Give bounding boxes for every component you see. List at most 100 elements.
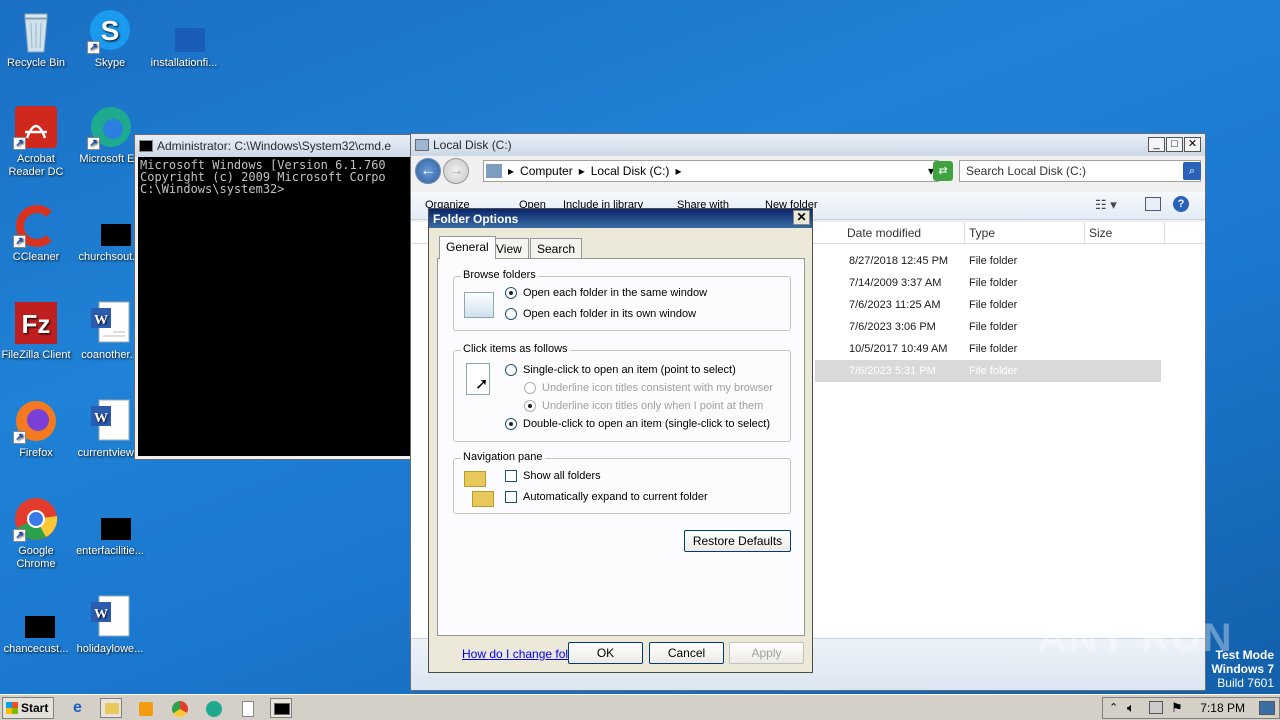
preview-pane-icon[interactable] xyxy=(1145,197,1161,211)
list-item[interactable]: 8/27/2018 12:45 PM File folder xyxy=(815,250,1161,272)
minimize-button[interactable]: _ xyxy=(1148,137,1165,152)
ie-icon[interactable]: e xyxy=(68,698,90,718)
desktop-icon-firefox[interactable]: ↗ Firefox xyxy=(0,398,72,460)
desktop-icon-chancecust[interactable]: chancecust... xyxy=(0,594,72,656)
notepad-icon[interactable] xyxy=(236,698,258,718)
search-input[interactable]: Search Local Disk (C:) xyxy=(959,160,1201,182)
radio-disabled[interactable] xyxy=(524,382,536,394)
forward-button[interactable]: → xyxy=(443,158,469,184)
ok-button[interactable]: OK xyxy=(568,642,643,664)
open-same-window-radio[interactable]: Open each folder in the same window xyxy=(505,287,707,299)
list-item[interactable]: 7/6/2023 3:06 PM File folder xyxy=(815,316,1161,338)
cmd-titlebar[interactable]: Administrator: C:\Windows\System32\cmd.e xyxy=(135,135,413,157)
edge-taskbar-icon[interactable] xyxy=(202,698,224,718)
checkbox[interactable] xyxy=(505,470,517,482)
desktop-icon-chrome[interactable]: ↗ Google Chrome xyxy=(0,496,72,571)
dialog-close-button[interactable]: ✕ xyxy=(793,210,810,225)
breadcrumb-local-disk[interactable]: Local Disk (C:) xyxy=(591,164,670,178)
desktop-icon-label: CCleaner xyxy=(12,251,60,263)
start-button[interactable]: Start xyxy=(2,697,54,719)
option-label: Underline icon titles consistent with my… xyxy=(542,382,774,394)
file-icon xyxy=(87,202,133,248)
close-button[interactable]: ✕ xyxy=(1184,137,1201,152)
breadcrumb-computer[interactable]: Computer xyxy=(520,164,573,178)
double-click-radio[interactable]: Double-click to open an item (single-cli… xyxy=(505,418,770,430)
row-type: File folder xyxy=(969,365,1018,377)
cancel-button[interactable]: Cancel xyxy=(649,642,724,664)
address-bar[interactable]: ▸ Computer ▸ Local Disk (C:) ▸ ▾ xyxy=(483,160,939,182)
show-all-folders-checkbox[interactable]: Show all folders xyxy=(505,470,601,482)
apply-button[interactable]: Apply xyxy=(729,642,804,664)
underline-consistent-radio[interactable]: Underline icon titles consistent with my… xyxy=(524,382,773,394)
radio[interactable] xyxy=(505,364,517,376)
desktop-icon-skype[interactable]: S ↗ Skype xyxy=(74,8,146,70)
list-item[interactable]: 7/14/2009 3:37 AM File folder xyxy=(815,272,1161,294)
auto-expand-checkbox[interactable]: Automatically expand to current folder xyxy=(505,491,708,503)
desktop-icon-holidaylowe[interactable]: W holidaylowe... xyxy=(74,594,146,656)
help-icon[interactable]: ? xyxy=(1173,196,1189,212)
cmd-icon xyxy=(139,140,153,152)
radio-disabled[interactable] xyxy=(524,400,536,412)
group-title: Navigation pane xyxy=(461,451,545,463)
list-item-selected[interactable]: 7/6/2023 5:31 PM File folder xyxy=(815,360,1161,382)
media-player-icon[interactable] xyxy=(134,698,156,718)
maximize-button[interactable]: □ xyxy=(1166,137,1183,152)
radio[interactable] xyxy=(505,308,517,320)
folder-options-dialog[interactable]: Folder Options ✕ General View Search Bro… xyxy=(428,208,813,673)
volume-icon[interactable]: 🔈︎ xyxy=(1127,700,1135,716)
chrome-taskbar-icon[interactable] xyxy=(168,698,190,718)
desktop-icon-label: enterfacilitie... xyxy=(76,545,144,557)
option-label: Single-click to open an item (point to s… xyxy=(523,364,736,376)
show-desktop-button[interactable] xyxy=(1259,701,1275,715)
cmd-console[interactable]: Microsoft Windows [Version 6.1.760 Copyri… xyxy=(138,157,413,456)
svg-text:W: W xyxy=(94,411,108,426)
explorer-titlebar[interactable]: Local Disk (C:) _ □ ✕ xyxy=(411,134,1205,156)
tab-search[interactable]: Search xyxy=(530,238,583,258)
list-item[interactable]: 7/6/2023 11:25 AM File folder xyxy=(815,294,1161,316)
chevron-right-icon: ▸ xyxy=(508,164,515,178)
underline-point-radio[interactable]: Underline icon titles only when I point … xyxy=(524,400,763,412)
refresh-icon[interactable]: ⇄ xyxy=(933,161,953,181)
radio-selected[interactable] xyxy=(505,287,517,299)
watermark-line: Test Mode xyxy=(1215,648,1274,662)
option-label: Automatically expand to current folder xyxy=(523,491,708,503)
desktop-icon-recycle-bin[interactable]: Recycle Bin xyxy=(0,8,72,70)
back-button[interactable]: ← xyxy=(415,158,441,184)
action-center-flag-icon[interactable]: ⚑ xyxy=(1171,700,1183,716)
checkbox[interactable] xyxy=(505,491,517,503)
radio-selected[interactable] xyxy=(505,418,517,430)
desktop-icon-enterfacilitie[interactable]: enterfacilitie... xyxy=(74,496,146,558)
desktop-icon-ccleaner[interactable]: ↗ CCleaner xyxy=(0,202,72,264)
column-type[interactable]: Type xyxy=(965,222,1085,244)
search-icon[interactable]: ⌕ xyxy=(1183,162,1201,180)
svg-text:S: S xyxy=(101,15,120,46)
cmd-taskbar-icon[interactable] xyxy=(270,698,292,718)
acrobat-icon: ↗ xyxy=(13,104,59,150)
show-hidden-icons-icon[interactable]: ⌃ xyxy=(1109,701,1118,714)
desktop-icon-filezilla[interactable]: Fz FileZilla Client xyxy=(0,300,72,362)
desktop-icon-installation-file[interactable]: installationfi... xyxy=(148,8,220,70)
cmd-window[interactable]: Administrator: C:\Windows\System32\cmd.e… xyxy=(134,134,414,460)
restore-defaults-button[interactable]: Restore Defaults xyxy=(684,530,791,552)
clock[interactable]: 7:18 PM xyxy=(1200,701,1245,715)
open-own-window-radio[interactable]: Open each folder in its own window xyxy=(505,308,696,320)
file-icon xyxy=(13,594,59,640)
single-click-radio[interactable]: Single-click to open an item (point to s… xyxy=(505,364,736,376)
tab-general[interactable]: General xyxy=(439,236,496,259)
chevron-right-icon: ▸ xyxy=(675,164,682,178)
drive-icon xyxy=(415,139,429,151)
click-items-group: Click items as follows ➚ Single-click to… xyxy=(453,343,791,442)
cmd-prompt: C:\Windows\system32> xyxy=(140,182,285,196)
desktop-icon-acrobat[interactable]: ↗ Acrobat Reader DC xyxy=(0,104,72,179)
view-options-icon[interactable]: ☷ ▾ xyxy=(1095,197,1117,213)
dialog-titlebar[interactable]: Folder Options ✕ xyxy=(429,209,812,228)
row-type: File folder xyxy=(969,255,1018,267)
column-size[interactable]: Size xyxy=(1085,222,1165,244)
network-icon[interactable] xyxy=(1149,701,1163,714)
list-item[interactable]: 10/5/2017 10:49 AM File folder xyxy=(815,338,1161,360)
shortcut-arrow-icon: ↗ xyxy=(13,431,26,444)
browse-folders-icon xyxy=(464,292,494,318)
column-date-modified[interactable]: Date modified xyxy=(843,222,965,244)
skype-icon: S ↗ xyxy=(87,8,133,54)
explorer-taskbar-icon[interactable] xyxy=(100,698,122,718)
